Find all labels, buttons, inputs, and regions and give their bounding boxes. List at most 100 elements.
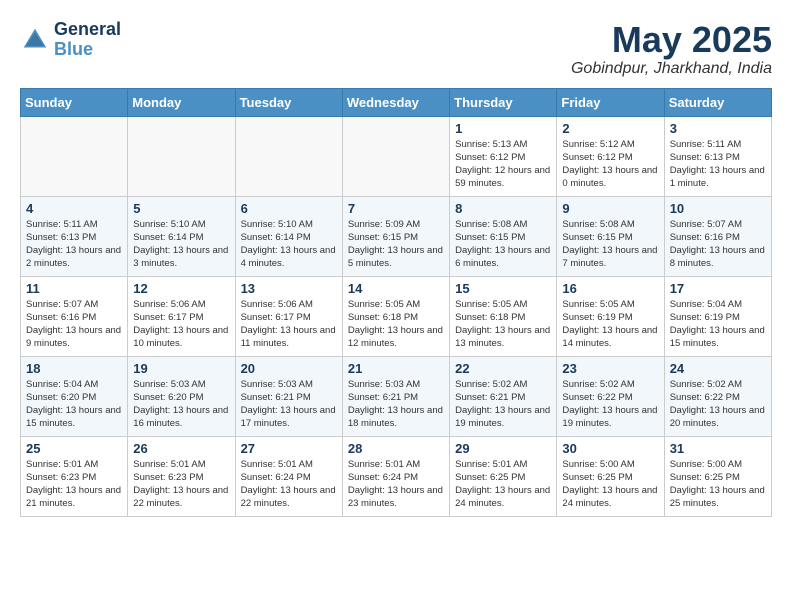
day-info: Sunrise: 5:05 AM Sunset: 6:18 PM Dayligh… [348, 298, 444, 351]
calendar-cell: 19Sunrise: 5:03 AM Sunset: 6:20 PM Dayli… [128, 356, 235, 436]
day-info: Sunrise: 5:11 AM Sunset: 6:13 PM Dayligh… [670, 138, 766, 191]
day-info: Sunrise: 5:04 AM Sunset: 6:19 PM Dayligh… [670, 298, 766, 351]
calendar-week-row: 25 Sunrise: 5:01 AM Sunset: 6:23 PM Dayli… [21, 436, 772, 516]
calendar-cell: 9Sunrise: 5:08 AM Sunset: 6:15 PM Daylig… [557, 196, 664, 276]
day-number: 3 [670, 121, 766, 136]
day-number: 24 [670, 361, 766, 376]
calendar-cell: 24Sunrise: 5:02 AM Sunset: 6:22 PM Dayli… [664, 356, 771, 436]
day-info: Sunrise: 5:00 AM Sunset: 6:25 PM Dayligh… [670, 458, 766, 511]
day-number: 28 [348, 441, 444, 456]
calendar-body: 1 Sunrise: 5:13 AM Sunset: 6:12 PM Daylig… [21, 116, 772, 516]
day-info: Sunrise: 5:13 AM Sunset: 6:12 PM Dayligh… [455, 138, 551, 191]
day-info: Sunrise: 5:06 AM Sunset: 6:17 PM Dayligh… [241, 298, 337, 351]
day-info: Sunrise: 5:01 AM Sunset: 6:23 PM Dayligh… [26, 458, 122, 511]
day-number: 6 [241, 201, 337, 216]
calendar-cell: 6 Sunrise: 5:10 AM Sunset: 6:14 PM Daylig… [235, 196, 342, 276]
day-number: 7 [348, 201, 444, 216]
calendar-cell: 5 Sunrise: 5:10 AM Sunset: 6:14 PM Daylig… [128, 196, 235, 276]
calendar-cell: 29Sunrise: 5:01 AM Sunset: 6:25 PM Dayli… [450, 436, 557, 516]
day-info: Sunrise: 5:03 AM Sunset: 6:21 PM Dayligh… [241, 378, 337, 431]
calendar-cell: 13 Sunrise: 5:06 AM Sunset: 6:17 PM Dayli… [235, 276, 342, 356]
calendar-week-row: 18 Sunrise: 5:04 AM Sunset: 6:20 PM Dayli… [21, 356, 772, 436]
logo-text: General Blue [54, 20, 121, 60]
day-number: 23 [562, 361, 658, 376]
calendar-cell [342, 116, 449, 196]
page-header: General Blue May 2025 Gobindpur, Jharkha… [20, 20, 772, 78]
day-number: 11 [26, 281, 122, 296]
weekday-header: Monday [128, 88, 235, 116]
calendar-cell: 16 Sunrise: 5:05 AM Sunset: 6:19 PM Dayli… [557, 276, 664, 356]
calendar-cell: 1 Sunrise: 5:13 AM Sunset: 6:12 PM Daylig… [450, 116, 557, 196]
logo: General Blue [20, 20, 121, 60]
weekday-header: Sunday [21, 88, 128, 116]
calendar-cell: 15 Sunrise: 5:05 AM Sunset: 6:18 PM Dayli… [450, 276, 557, 356]
day-info: Sunrise: 5:02 AM Sunset: 6:21 PM Dayligh… [455, 378, 551, 431]
day-info: Sunrise: 5:04 AM Sunset: 6:20 PM Dayligh… [26, 378, 122, 431]
day-info: Sunrise: 5:01 AM Sunset: 6:24 PM Dayligh… [241, 458, 337, 511]
day-info: Sunrise: 5:01 AM Sunset: 6:25 PM Dayligh… [455, 458, 551, 511]
day-info: Sunrise: 5:01 AM Sunset: 6:24 PM Dayligh… [348, 458, 444, 511]
day-info: Sunrise: 5:00 AM Sunset: 6:25 PM Dayligh… [562, 458, 658, 511]
weekday-row: SundayMondayTuesdayWednesdayThursdayFrid… [21, 88, 772, 116]
calendar-cell: 22Sunrise: 5:02 AM Sunset: 6:21 PM Dayli… [450, 356, 557, 436]
day-number: 19 [133, 361, 229, 376]
day-number: 25 [26, 441, 122, 456]
day-number: 21 [348, 361, 444, 376]
day-info: Sunrise: 5:08 AM Sunset: 6:15 PM Dayligh… [455, 218, 551, 271]
calendar-week-row: 4Sunrise: 5:11 AM Sunset: 6:13 PM Daylig… [21, 196, 772, 276]
title-area: May 2025 Gobindpur, Jharkhand, India [571, 20, 772, 78]
calendar-cell: 12 Sunrise: 5:06 AM Sunset: 6:17 PM Dayli… [128, 276, 235, 356]
calendar-cell [21, 116, 128, 196]
calendar-cell: 2 Sunrise: 5:12 AM Sunset: 6:12 PM Daylig… [557, 116, 664, 196]
day-info: Sunrise: 5:06 AM Sunset: 6:17 PM Dayligh… [133, 298, 229, 351]
weekday-header: Thursday [450, 88, 557, 116]
day-info: Sunrise: 5:10 AM Sunset: 6:14 PM Dayligh… [133, 218, 229, 271]
day-info: Sunrise: 5:08 AM Sunset: 6:15 PM Dayligh… [562, 218, 658, 271]
calendar-cell: 17 Sunrise: 5:04 AM Sunset: 6:19 PM Dayli… [664, 276, 771, 356]
calendar-cell: 3 Sunrise: 5:11 AM Sunset: 6:13 PM Daylig… [664, 116, 771, 196]
day-info: Sunrise: 5:12 AM Sunset: 6:12 PM Dayligh… [562, 138, 658, 191]
weekday-header: Saturday [664, 88, 771, 116]
calendar-cell: 26 Sunrise: 5:01 AM Sunset: 6:23 PM Dayli… [128, 436, 235, 516]
calendar-cell: 14Sunrise: 5:05 AM Sunset: 6:18 PM Dayli… [342, 276, 449, 356]
day-number: 12 [133, 281, 229, 296]
day-info: Sunrise: 5:05 AM Sunset: 6:18 PM Dayligh… [455, 298, 551, 351]
day-number: 5 [133, 201, 229, 216]
calendar-cell: 10Sunrise: 5:07 AM Sunset: 6:16 PM Dayli… [664, 196, 771, 276]
calendar-cell: 27 Sunrise: 5:01 AM Sunset: 6:24 PM Dayli… [235, 436, 342, 516]
month-title: May 2025 [571, 20, 772, 60]
calendar-cell: 8Sunrise: 5:08 AM Sunset: 6:15 PM Daylig… [450, 196, 557, 276]
day-info: Sunrise: 5:10 AM Sunset: 6:14 PM Dayligh… [241, 218, 337, 271]
day-number: 17 [670, 281, 766, 296]
day-number: 15 [455, 281, 551, 296]
day-number: 13 [241, 281, 337, 296]
day-number: 26 [133, 441, 229, 456]
day-number: 2 [562, 121, 658, 136]
location: Gobindpur, Jharkhand, India [571, 60, 772, 78]
calendar-table: SundayMondayTuesdayWednesdayThursdayFrid… [20, 88, 772, 517]
calendar-cell: 31 Sunrise: 5:00 AM Sunset: 6:25 PM Dayli… [664, 436, 771, 516]
day-info: Sunrise: 5:03 AM Sunset: 6:21 PM Dayligh… [348, 378, 444, 431]
calendar-header: SundayMondayTuesdayWednesdayThursdayFrid… [21, 88, 772, 116]
calendar-cell [235, 116, 342, 196]
day-number: 16 [562, 281, 658, 296]
day-info: Sunrise: 5:05 AM Sunset: 6:19 PM Dayligh… [562, 298, 658, 351]
calendar-cell: 11 Sunrise: 5:07 AM Sunset: 6:16 PM Dayli… [21, 276, 128, 356]
day-number: 18 [26, 361, 122, 376]
day-number: 1 [455, 121, 551, 136]
logo-icon [20, 25, 50, 55]
calendar-week-row: 1 Sunrise: 5:13 AM Sunset: 6:12 PM Daylig… [21, 116, 772, 196]
calendar-week-row: 11 Sunrise: 5:07 AM Sunset: 6:16 PM Dayli… [21, 276, 772, 356]
day-info: Sunrise: 5:07 AM Sunset: 6:16 PM Dayligh… [670, 218, 766, 271]
day-number: 27 [241, 441, 337, 456]
calendar-cell: 21 Sunrise: 5:03 AM Sunset: 6:21 PM Dayli… [342, 356, 449, 436]
calendar-cell: 23 Sunrise: 5:02 AM Sunset: 6:22 PM Dayli… [557, 356, 664, 436]
day-info: Sunrise: 5:07 AM Sunset: 6:16 PM Dayligh… [26, 298, 122, 351]
day-number: 30 [562, 441, 658, 456]
weekday-header: Tuesday [235, 88, 342, 116]
day-info: Sunrise: 5:02 AM Sunset: 6:22 PM Dayligh… [562, 378, 658, 431]
day-number: 4 [26, 201, 122, 216]
day-number: 31 [670, 441, 766, 456]
calendar-cell: 20Sunrise: 5:03 AM Sunset: 6:21 PM Dayli… [235, 356, 342, 436]
day-info: Sunrise: 5:01 AM Sunset: 6:23 PM Dayligh… [133, 458, 229, 511]
